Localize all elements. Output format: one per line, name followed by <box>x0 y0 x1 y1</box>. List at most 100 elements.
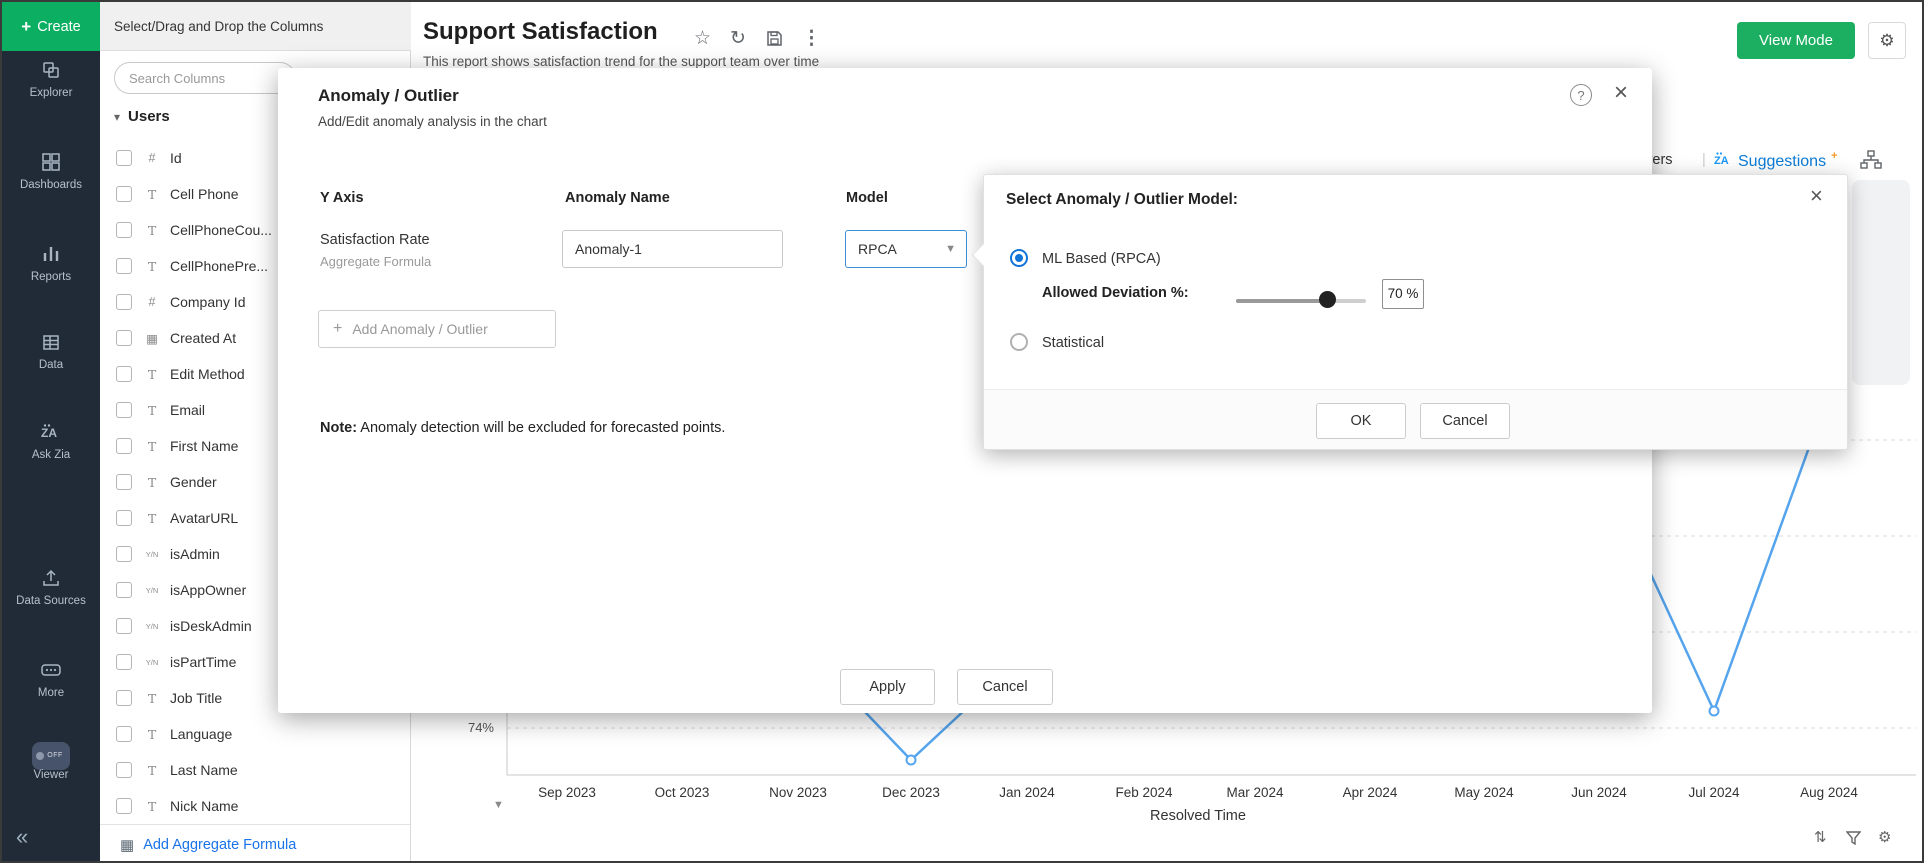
save-icon[interactable] <box>766 30 783 53</box>
add-anomaly-button[interactable]: + Add Anomaly / Outlier <box>318 310 556 348</box>
text-type-icon: T <box>142 763 162 778</box>
add-anomaly-label: Add Anomaly / Outlier <box>352 321 487 337</box>
checkbox[interactable] <box>116 654 132 670</box>
checkbox[interactable] <box>116 222 132 238</box>
deviation-slider-fill <box>1236 299 1327 303</box>
search-columns-input[interactable] <box>114 62 296 94</box>
checkbox[interactable] <box>116 798 132 814</box>
favorite-star-icon[interactable]: ☆ <box>694 27 711 50</box>
popover-title: Select Anomaly / Outlier Model: <box>1006 191 1238 209</box>
model-select-value: RPCA <box>858 241 897 257</box>
anomaly-name-input[interactable] <box>562 230 783 268</box>
x-tick: Aug 2024 <box>1784 785 1874 800</box>
plus-icon: + <box>333 320 342 338</box>
modal-title: Anomaly / Outlier <box>318 86 459 106</box>
checkbox[interactable] <box>116 618 132 634</box>
close-icon[interactable]: × <box>1614 81 1628 105</box>
x-tick: Jun 2024 <box>1554 785 1644 800</box>
popover-cancel-button[interactable]: Cancel <box>1420 403 1510 439</box>
deviation-slider-knob[interactable] <box>1319 291 1336 308</box>
x-tick: Mar 2024 <box>1210 785 1300 800</box>
close-icon[interactable]: × <box>1810 185 1823 207</box>
model-select-dropdown[interactable]: RPCA ▼ <box>845 230 967 268</box>
page-title: Support Satisfaction <box>423 18 658 46</box>
text-type-icon: T <box>142 475 162 490</box>
field-row-language[interactable]: TLanguage <box>100 716 404 752</box>
ok-button[interactable]: OK <box>1316 403 1406 439</box>
sidebar-item-ask-zia[interactable]: ZA Ask Zia <box>2 422 100 462</box>
left-sidebar: + Create Explorer Dashboards Reports Dat… <box>2 2 100 863</box>
sidebar-item-data[interactable]: Data <box>2 332 100 372</box>
formula-table-icon: ▦ <box>120 836 134 854</box>
checkbox[interactable] <box>116 402 132 418</box>
deviation-value-box[interactable]: 70 % <box>1382 279 1424 309</box>
sidebar-item-explorer[interactable]: Explorer <box>2 60 100 100</box>
sidebar-item-more[interactable]: More <box>2 660 100 700</box>
sidebar-item-data-sources[interactable]: Data Sources <box>2 568 100 608</box>
checkbox[interactable] <box>116 438 132 454</box>
boolean-type-icon: Y/N <box>142 622 162 631</box>
columns-panel-header: Select/Drag and Drop the Columns <box>100 2 411 51</box>
view-mode-button[interactable]: View Mode <box>1737 22 1855 59</box>
ml-based-radio[interactable] <box>1010 249 1028 267</box>
text-type-icon: T <box>142 727 162 742</box>
checkbox[interactable] <box>116 762 132 778</box>
checkbox[interactable] <box>116 546 132 562</box>
filter-funnel-icon[interactable] <box>1846 831 1861 849</box>
model-popover: Select Anomaly / Outlier Model: × ML Bas… <box>983 174 1848 450</box>
apply-button[interactable]: Apply <box>840 669 935 705</box>
checkbox[interactable] <box>116 726 132 742</box>
text-type-icon: T <box>142 511 162 526</box>
text-type-icon: T <box>142 799 162 814</box>
field-label: Id <box>170 150 182 166</box>
plus-icon: + <box>21 17 31 37</box>
sidebar-item-reports[interactable]: Reports <box>2 244 100 284</box>
statistical-radio[interactable] <box>1010 333 1028 351</box>
apply-label: Apply <box>869 679 905 695</box>
sidebar-item-label: Viewer <box>2 769 100 782</box>
field-row-nick-name[interactable]: TNick Name <box>100 788 404 824</box>
modal-cancel-button[interactable]: Cancel <box>957 669 1053 705</box>
sort-icon[interactable]: ⇅ <box>1814 828 1827 846</box>
refresh-icon[interactable]: ↻ <box>730 27 746 50</box>
sidebar-item-dashboards[interactable]: Dashboards <box>2 152 100 192</box>
ask-zia-icon: ZA <box>2 422 100 446</box>
add-aggregate-formula-link[interactable]: ▦ Add Aggregate Formula <box>100 824 410 863</box>
scroll-down-icon[interactable]: ▼ <box>493 799 504 811</box>
checkbox[interactable] <box>116 294 132 310</box>
create-button[interactable]: + Create <box>2 2 100 51</box>
sidebar-item-viewer[interactable]: OFF Viewer <box>2 742 100 782</box>
chevron-down-icon: ▾ <box>114 110 120 124</box>
users-group-label: Users <box>128 108 170 125</box>
add-aggregate-formula-label: Add Aggregate Formula <box>143 837 296 853</box>
column-header-y-axis: Y Axis <box>320 190 364 206</box>
text-type-icon: T <box>142 223 162 238</box>
help-icon[interactable]: ? <box>1570 84 1592 106</box>
checkbox[interactable] <box>116 366 132 382</box>
chart-settings-gear-icon[interactable]: ⚙ <box>1878 828 1891 846</box>
field-row-last-name[interactable]: TLast Name <box>100 752 404 788</box>
checkbox[interactable] <box>116 330 132 346</box>
modal-subtitle: Add/Edit anomaly analysis in the chart <box>318 114 547 129</box>
checkbox[interactable] <box>116 474 132 490</box>
y-axis-field-subtext: Aggregate Formula <box>320 254 431 269</box>
checkbox[interactable] <box>116 690 132 706</box>
x-tick: Nov 2023 <box>753 785 843 800</box>
settings-button[interactable]: ⚙ <box>1868 22 1906 59</box>
sidebar-item-label: Ask Zia <box>2 449 100 462</box>
viewer-off-badge: OFF <box>47 744 63 768</box>
checkbox[interactable] <box>116 150 132 166</box>
checkbox[interactable] <box>116 582 132 598</box>
x-axis-title: Resolved Time <box>1108 808 1288 824</box>
collapse-sidebar-icon[interactable]: « <box>16 824 28 850</box>
calendar-type-icon: ▦ <box>142 331 162 346</box>
users-group-toggle[interactable]: ▾ Users <box>114 108 170 125</box>
checkbox[interactable] <box>116 258 132 274</box>
boolean-type-icon: Y/N <box>142 586 162 595</box>
x-tick: Apr 2024 <box>1325 785 1415 800</box>
field-label: isAppOwner <box>170 582 246 598</box>
checkbox[interactable] <box>116 510 132 526</box>
svg-text:ZA: ZA <box>41 426 57 440</box>
checkbox[interactable] <box>116 186 132 202</box>
kebab-menu-icon[interactable]: ⋮ <box>802 27 821 50</box>
